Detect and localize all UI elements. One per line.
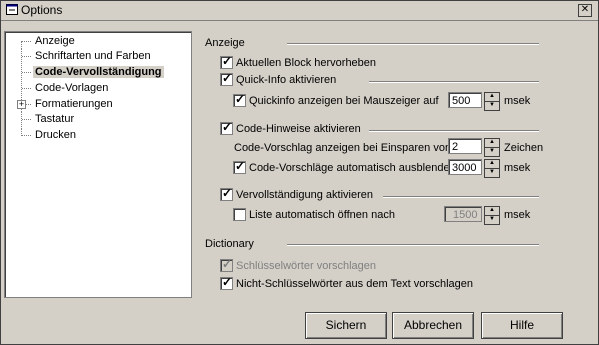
section-divider <box>287 43 539 45</box>
liste-oeffnen-input[interactable]: 1500 <box>444 206 482 222</box>
tree-line <box>22 41 31 42</box>
close-button[interactable]: ✕ <box>578 4 592 17</box>
close-icon: ✕ <box>580 4 590 15</box>
code-ausblenden-label: Code-Vorschläge automatisch ausblende... <box>249 162 459 174</box>
quickinfo-delay-input[interactable]: 500 <box>448 92 482 108</box>
check-icon: ✓ <box>222 54 233 68</box>
check-icon: ✓ <box>235 92 246 106</box>
tree-item-label: Anzeige <box>35 35 75 47</box>
help-button[interactable]: Hilfe <box>481 312 563 339</box>
tree-line <box>26 104 31 105</box>
liste-oeffnen-label: Liste automatisch öffnen nach <box>249 209 395 221</box>
quickinfo-maus-checkbox[interactable]: ✓ <box>233 92 246 107</box>
section-label-anzeige: Anzeige <box>205 37 245 49</box>
spin-down-icon: ▼ <box>489 216 495 222</box>
tree-line <box>22 88 31 89</box>
tree-item-label: Code-Vorlagen <box>35 82 109 94</box>
spin-up-icon: ▲ <box>489 93 495 99</box>
nicht-schluesselwoerter-checkbox[interactable]: ✓ <box>220 275 233 290</box>
group-divider <box>383 196 539 198</box>
tree-item-code-vervollstaendigung[interactable]: Code-Vervollständigung <box>5 65 191 80</box>
quickinfo-spin-down[interactable]: ▼ <box>484 101 500 111</box>
save-button[interactable]: Sichern <box>305 312 387 339</box>
code-ausblenden-spin-down[interactable]: ▼ <box>484 168 500 178</box>
code-ausblenden-input[interactable]: 3000 <box>448 159 482 175</box>
tree-item-formatierungen[interactable]: + Formatierungen <box>5 97 191 112</box>
vervollstaendigung-checkbox[interactable]: ✓ <box>220 186 233 201</box>
code-vorschlag-spin-down[interactable]: ▼ <box>484 147 500 157</box>
tree-item-code-vorlagen[interactable]: Code-Vorlagen <box>5 81 191 96</box>
check-icon: ✓ <box>222 120 233 134</box>
schluesselwoerter-checkbox[interactable]: ✓ <box>220 257 233 272</box>
tree-item-label: Code-Vervollständigung <box>33 66 164 78</box>
tree-item-schriftarten[interactable]: Schriftarten und Farben <box>5 49 191 64</box>
quick-info-label: Quick-Info aktivieren <box>236 74 337 86</box>
spin-up-icon: ▲ <box>489 139 495 145</box>
nicht-schluesselwoerter-label: Nicht-Schlüsselwörter aus dem Text vorsc… <box>236 278 474 290</box>
options-dialog: Options ✕ Anzeige Schriftarten und Farbe… <box>0 0 599 345</box>
tree-line <box>22 72 31 73</box>
spin-down-icon: ▼ <box>489 169 495 175</box>
tree-item-label: Tastatur <box>35 113 75 125</box>
tree-item-anzeige[interactable]: Anzeige <box>5 34 191 49</box>
cancel-button[interactable]: Abbrechen <box>392 312 474 339</box>
title-bar: Options ✕ <box>1 1 598 21</box>
tree-line <box>22 135 31 136</box>
check-icon: ✓ <box>222 186 233 200</box>
tree-line <box>21 41 22 49</box>
spin-up-icon: ▲ <box>489 207 495 213</box>
code-vorschlag-unit: Zeichen <box>504 142 544 154</box>
code-vorschlag-label: Code-Vorschlag anzeigen bei Einsparen vo… <box>234 142 452 154</box>
tree-item-label: Formatierungen <box>35 98 113 110</box>
code-hinweise-checkbox[interactable]: ✓ <box>220 120 233 135</box>
spin-down-icon: ▼ <box>489 148 495 154</box>
spin-up-icon: ▲ <box>489 160 495 166</box>
quickinfo-unit: msek <box>504 95 531 107</box>
tree-line <box>22 119 31 120</box>
code-ausblenden-checkbox[interactable]: ✓ <box>233 159 246 174</box>
quickinfo-maus-label: Quickinfo anzeigen bei Mauszeiger auf <box>249 95 439 107</box>
check-icon: ✓ <box>222 257 233 271</box>
liste-oeffnen-spin-down[interactable]: ▼ <box>484 215 500 225</box>
group-divider <box>369 130 539 132</box>
aktuellen-block-checkbox[interactable]: ✓ <box>220 54 233 69</box>
liste-oeffnen-checkbox[interactable] <box>233 208 246 221</box>
vervollstaendigung-label: Vervollständigung aktivieren <box>236 189 373 201</box>
tree-item-label: Drucken <box>35 129 76 141</box>
code-vorschlag-input[interactable]: 2 <box>448 138 482 154</box>
window-title: Options <box>21 3 63 17</box>
schluesselwoerter-label: Schlüsselwörter vorschlagen <box>236 260 377 272</box>
check-icon: ✓ <box>235 159 246 173</box>
aktuellen-block-label: Aktuellen Block hervorheben <box>236 57 377 69</box>
expand-plus-icon[interactable]: + <box>17 100 26 109</box>
options-window-icon <box>6 4 18 15</box>
group-divider <box>369 81 539 83</box>
check-icon: ✓ <box>222 71 233 85</box>
spin-down-icon: ▼ <box>489 102 495 108</box>
code-ausblenden-unit: msek <box>504 162 531 174</box>
liste-oeffnen-unit: msek <box>504 209 531 221</box>
check-icon: ✓ <box>222 275 233 289</box>
tree-item-label: Schriftarten und Farben <box>35 50 151 62</box>
section-label-dictionary: Dictionary <box>205 238 254 250</box>
section-divider <box>287 244 539 246</box>
code-hinweise-label: Code-Hinweise aktivieren <box>236 123 361 135</box>
tree-item-drucken[interactable]: Drucken <box>5 128 191 143</box>
quick-info-checkbox[interactable]: ✓ <box>220 71 233 86</box>
category-tree[interactable]: Anzeige Schriftarten und Farben Code-Ver… <box>4 31 192 298</box>
tree-item-tastatur[interactable]: Tastatur <box>5 112 191 127</box>
tree-line <box>22 56 31 57</box>
